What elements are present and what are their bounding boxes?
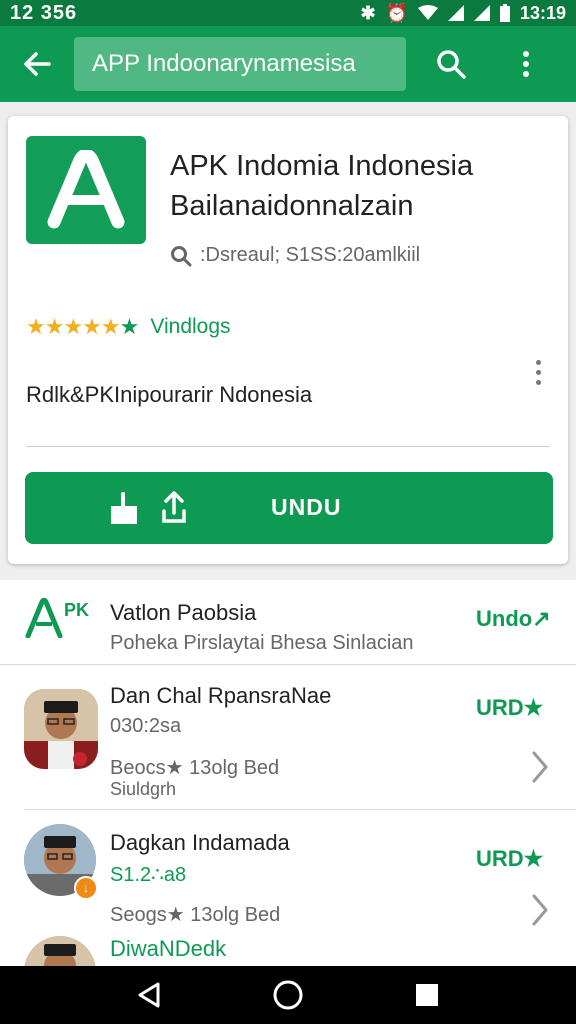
list-item-title: Dagkan Indamada	[110, 830, 290, 855]
signal-icon-2	[473, 5, 490, 21]
list-item-subtitle: S1.2∴a8	[110, 864, 187, 886]
search-button[interactable]	[406, 26, 496, 102]
apk-logo: PK	[24, 596, 100, 640]
install-button[interactable]: URD★	[476, 695, 543, 721]
install-button[interactable]: UNDU	[25, 472, 553, 544]
chevron-right-icon[interactable]	[528, 892, 552, 928]
thumb-up-icon	[111, 492, 137, 524]
chevron-right-icon[interactable]	[528, 749, 552, 785]
alarm-icon: ⏰	[385, 3, 408, 23]
related-apps-list: PK Vatlon Paobsia Poheka Pirslaytai Bhes…	[0, 580, 576, 966]
list-item-info-2: Siuldgrh	[110, 779, 177, 799]
list-item[interactable]: PK Vatlon Paobsia Poheka Pirslaytai Bhes…	[0, 580, 576, 664]
list-item-info: Beocs★ 13olg Bed	[110, 757, 280, 779]
app-bar: APP Indoonarynamesisa	[0, 26, 576, 102]
nav-back-button[interactable]	[119, 966, 179, 1024]
install-button[interactable]: URD★	[476, 846, 543, 872]
app-icon	[26, 136, 146, 244]
nav-recents-button[interactable]	[397, 966, 457, 1024]
app-meta-text: :Dsreaul; S1SS:20amlkiil	[200, 244, 421, 266]
list-item-info: Seogs★ 13olg Bed	[110, 904, 281, 926]
search-input[interactable]: APP Indoonarynamesisa	[74, 37, 406, 91]
app-description: Rdlk&PKInipourarir Ndonesia	[26, 382, 313, 407]
rating-stars: ★★★★★★	[26, 314, 139, 339]
app-meta: :Dsreaul; S1SS:20amlkiil	[170, 244, 420, 267]
list-item-title: Dan Chal RpansraNae	[110, 683, 332, 708]
letter-a-logo-icon	[25, 598, 63, 638]
search-icon	[437, 50, 466, 79]
more-vert-icon	[523, 51, 529, 77]
rating-label[interactable]: Vindlogs	[150, 315, 230, 339]
list-item-subtitle: Poheka Pirslaytai Bhesa Sinlacian	[110, 632, 414, 654]
app-title-line2: Bailanaidonnalzain	[170, 190, 414, 222]
install-button-label: UNDU	[271, 494, 342, 520]
avatar	[24, 936, 96, 966]
divider	[26, 446, 550, 447]
undo-button[interactable]: Undo↗	[476, 606, 551, 632]
signal-icon	[447, 5, 464, 21]
status-right: ✱ ⏰ 13:19	[360, 3, 566, 24]
bluetooth-icon: ✱	[360, 3, 376, 23]
overflow-menu-button[interactable]	[496, 26, 556, 102]
person-avatar-image	[24, 936, 96, 966]
app-title-line1: APK Indomia Indonesia	[170, 150, 474, 182]
square-recents-icon	[415, 984, 438, 1006]
wifi-icon	[417, 5, 438, 20]
circle-home-icon	[273, 980, 303, 1010]
arrow-left-icon	[24, 52, 51, 76]
status-time: 13:19	[519, 2, 566, 23]
navigation-bar	[0, 966, 576, 1024]
list-item-title: Vatlon Paobsia	[110, 600, 257, 625]
letter-a-logo-icon	[47, 150, 125, 229]
list-item[interactable]: ↓ Dagkan Indamada S1.2∴a8 Seogs★ 13olg B…	[0, 810, 576, 934]
battery-icon	[499, 4, 510, 22]
avatar	[24, 689, 98, 769]
list-item[interactable]: DiwaNDedk	[0, 934, 576, 966]
nav-home-button[interactable]	[258, 966, 318, 1024]
search-small-icon	[171, 245, 192, 266]
apk-logo-text: PK	[64, 600, 90, 620]
list-item-title: DiwaNDedk	[110, 936, 227, 961]
status-left-text: 12 356	[10, 1, 78, 24]
app-title: APK Indomia Indonesia Bailanaidonnalzain	[170, 146, 550, 226]
back-button[interactable]	[0, 26, 74, 102]
rating-row: ★★★★★★ Vindlogs	[26, 314, 231, 340]
list-item-subtitle: 030:2sa	[110, 715, 182, 737]
triangle-back-icon	[138, 982, 160, 1008]
person-avatar-image	[24, 689, 98, 769]
app-detail-card: APK Indomia Indonesia Bailanaidonnalzain…	[8, 116, 568, 564]
status-bar: 12 356 ✱ ⏰ 13:19	[0, 0, 576, 26]
list-item[interactable]: Dan Chal RpansraNae 030:2sa Beocs★ 13olg…	[0, 665, 576, 809]
upload-icon	[162, 491, 186, 523]
notification-badge-icon: ↓	[74, 876, 98, 900]
description-more-button[interactable]	[526, 352, 550, 392]
